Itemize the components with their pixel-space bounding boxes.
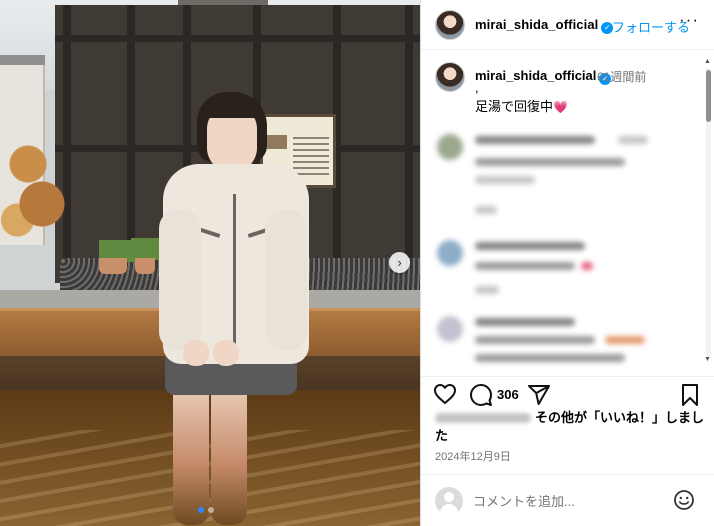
next-slide-button[interactable]: › [389, 252, 410, 273]
caption-text: 足湯で回復中 [475, 99, 554, 114]
post-date[interactable]: 2024年12月9日 [435, 448, 511, 464]
caption: mirai_shida_official ✓ 61週間前 , 足湯で回復中💗 [421, 62, 714, 122]
header-username[interactable]: mirai_shida_official [475, 17, 598, 32]
scrollbar-thumb[interactable] [706, 70, 711, 122]
smiley-icon[interactable] [673, 489, 695, 514]
heart-icon[interactable] [433, 383, 457, 408]
action-bar: 306 [421, 376, 714, 406]
more-icon[interactable]: ··· [679, 10, 699, 30]
caption-time[interactable]: 61週間前 [597, 68, 646, 85]
comment-input[interactable] [473, 490, 663, 512]
comment-count: 306 [497, 387, 519, 402]
carousel-dots [198, 507, 214, 513]
post-side-panel: mirai_shida_official ✓ フォローする ··· mirai_s… [420, 0, 714, 526]
carousel-dot-active [198, 507, 204, 513]
caption-avatar[interactable] [435, 62, 465, 92]
share-icon[interactable] [527, 383, 551, 410]
chevron-right-icon: › [397, 255, 402, 270]
comment-item [433, 128, 693, 218]
caption-first-line: , [475, 80, 479, 95]
person [155, 90, 315, 525]
post-header: mirai_shida_official ✓ フォローする ··· [421, 0, 714, 50]
user-avatar [435, 487, 463, 515]
comment-bar [421, 474, 714, 526]
scroll-down-arrow[interactable]: ▼ [704, 356, 711, 363]
comment-icon[interactable] [469, 383, 493, 410]
likes-line: その他が「いいね！」しました [435, 409, 707, 445]
blurred-liker-name[interactable] [435, 413, 531, 423]
avatar[interactable] [435, 10, 465, 40]
carousel-dot [208, 507, 214, 513]
heart-emoji-icon: 💗 [553, 100, 568, 114]
autumn-tree [0, 100, 70, 260]
scroll-up-arrow[interactable]: ▲ [704, 58, 711, 65]
blurred-comments [421, 128, 701, 373]
bookmark-icon[interactable] [679, 383, 701, 410]
caption-username[interactable]: mirai_shida_official [475, 68, 596, 83]
post-photo[interactable]: › [0, 0, 420, 526]
